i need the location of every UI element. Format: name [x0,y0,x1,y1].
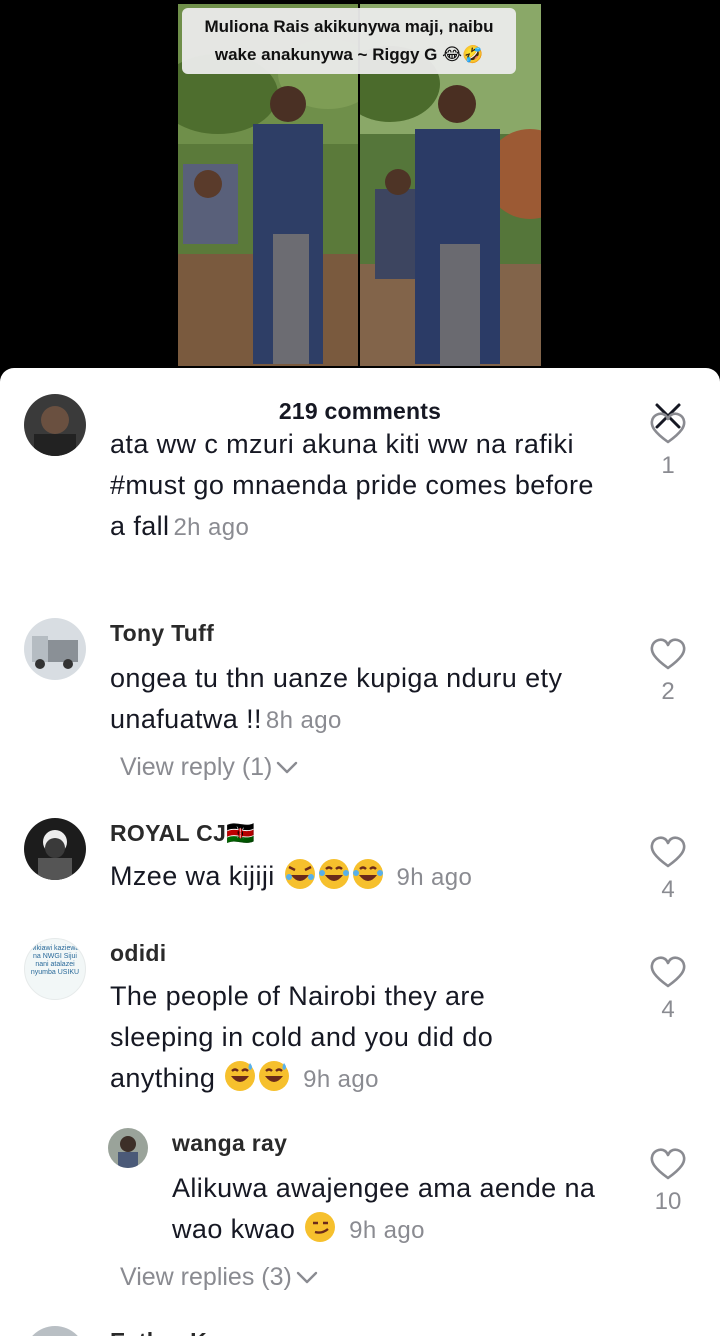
like-count: 4 [661,996,675,1023]
laughing-emoji-icon [317,857,351,891]
avatar[interactable]: Mkiawi kaziewa na NWGI Sijui nani atalaz… [24,938,86,1000]
comment-time: 9h ago [349,1217,425,1244]
avatar[interactable] [24,394,86,456]
comment-text: ongea tu thn uanze kupiga nduru ety unaf… [110,658,610,741]
avatar[interactable] [108,1128,148,1168]
laughing-emoji-icon [351,857,385,891]
comment-item: ROYAL CJ🇰🇪 Mzee wa kijiji 9h ago 4 [0,818,720,928]
comment-username[interactable]: Esther K [110,1328,207,1336]
comment-body: The people of Nairobi they are sleeping … [110,981,494,1093]
like-count: 4 [661,876,675,903]
comments-sheet: 219 comments ata ww c mzuri akuna kiti w… [0,368,720,1336]
view-replies-button[interactable]: View replies (3) [120,1263,318,1292]
video-caption: Muliona Rais akikunywa maji, naibu wake … [182,8,516,74]
heart-outline-icon [650,956,686,988]
comment-username[interactable]: wanga ray [172,1130,287,1157]
comment-time: 9h ago [396,864,473,891]
comment-item: ata ww c mzuri akuna kiti ww na rafiki #… [0,394,720,584]
heart-outline-icon [650,1148,686,1180]
avatar-caption: Mkiawi kaziewa na NWGI Sijui nani atalaz… [30,945,80,976]
chevron-down-icon [277,762,298,774]
view-replies-label: View replies (3) [120,1263,292,1291]
comment-text: Mzee wa kijiji 9h ago [110,856,630,898]
heart-outline-icon [650,638,686,670]
like-button[interactable]: 2 [648,638,688,706]
comment-username[interactable]: ROYAL CJ🇰🇪 [110,820,255,847]
view-replies-label: View reply (1) [120,753,273,781]
sweat-smile-emoji-icon [223,1059,257,1093]
comment-item: Tony Tuff ongea tu thn uanze kupiga ndur… [0,618,720,798]
comment-time: 9h ago [303,1066,379,1093]
like-button[interactable]: 10 [648,1148,688,1216]
heart-outline-icon [650,836,686,868]
comment-text: ata ww c mzuri akuna kiti ww na rafiki #… [110,424,610,548]
comment-time: 8h ago [265,707,342,734]
avatar[interactable] [24,618,86,680]
comment-time: 2h ago [173,514,250,541]
comment-item: Esther K [0,1326,720,1336]
like-button[interactable]: 4 [648,956,688,1024]
smirk-emoji-icon [303,1210,337,1244]
comment-item: Mkiawi kaziewa na NWGI Sijui nani atalaz… [0,938,720,1098]
heart-outline-icon [650,412,686,444]
video-player[interactable]: Muliona Rais akikunywa maji, naibu wake … [0,0,720,380]
comment-text: Alikuwa awajengee ama aende na wao kwao … [172,1168,622,1251]
like-button[interactable]: 1 [648,412,688,480]
avatar[interactable] [24,1326,86,1336]
comment-username[interactable]: odidi [110,940,166,967]
like-button[interactable]: 4 [648,836,688,904]
comment-body: Mzee wa kijiji [110,861,275,891]
like-count: 1 [661,452,675,479]
laughing-emoji-icon [283,857,317,891]
reply-item: wanga ray Alikuwa awajengee ama aende na… [0,1128,720,1308]
like-count: 2 [661,678,675,705]
comment-username[interactable]: Tony Tuff [110,620,214,647]
like-count: 10 [654,1188,682,1215]
avatar[interactable] [24,818,86,880]
comment-text: The people of Nairobi they are sleeping … [110,976,590,1100]
comments-count: 219 comments [278,398,442,424]
chevron-down-icon [296,1272,318,1284]
view-replies-button[interactable]: View reply (1) [120,753,298,782]
sweat-smile-emoji-icon [257,1059,291,1093]
